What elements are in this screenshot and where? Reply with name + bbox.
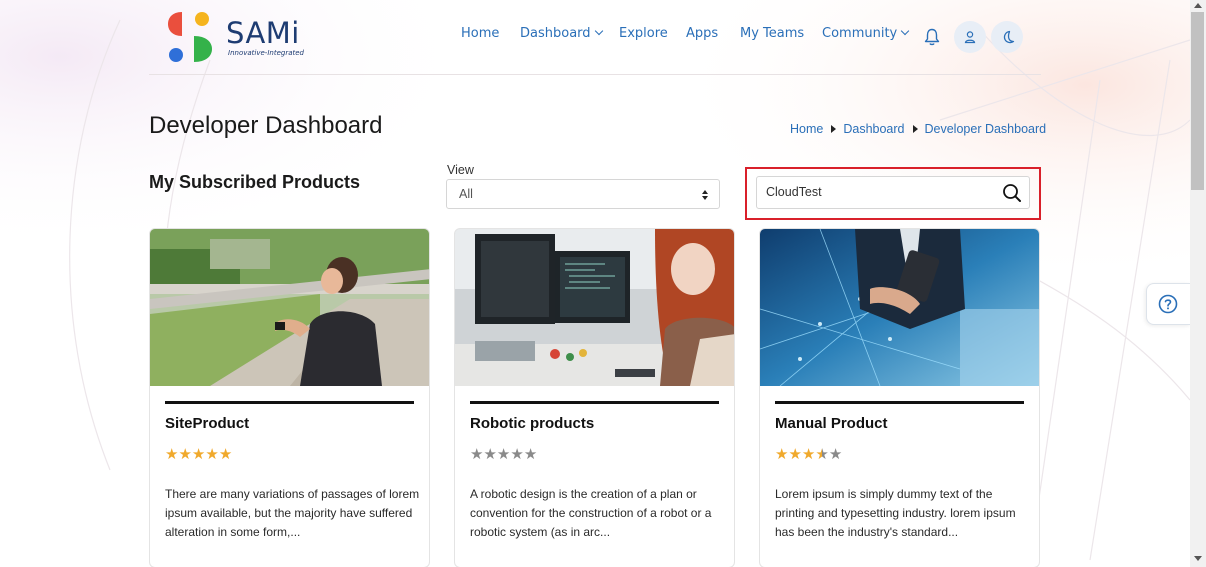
chevron-down-icon [594,26,603,36]
view-select-value: All [459,187,473,201]
page-title: Developer Dashboard [149,112,383,139]
caret-right-icon [831,125,837,133]
star-icon: ★ [483,445,497,463]
help-button[interactable] [1146,283,1190,325]
star-rating: ★★★★★ [165,445,232,463]
chevron-down-icon [901,26,910,36]
nav-explore[interactable]: Explore [619,26,668,41]
bell-icon[interactable] [924,28,940,46]
nav-dashboard[interactable]: Dashboard [520,26,603,41]
nav-dashboard-label: Dashboard [520,26,591,41]
search-field [756,176,1030,209]
brand-logo[interactable]: SAMi Innovative-Integrated [168,12,308,66]
caret-right-icon [912,125,918,133]
product-image [455,229,734,386]
star-icon: ★ [788,445,802,463]
theme-toggle-button[interactable] [991,21,1023,53]
card-title[interactable]: Manual Product [775,415,888,432]
card-description: There are many variations of passages of… [165,487,420,539]
breadcrumb: Home Dashboard Developer Dashboard [790,122,1046,136]
star-icon: ★ [496,445,511,463]
moon-icon [1003,30,1014,43]
section-title: My Subscribed Products [149,172,361,192]
nav-apps[interactable]: Apps [686,26,718,41]
star-icon: ★ [205,445,219,463]
star-icon: ★ [165,445,179,463]
star-icon: ★ [218,445,233,463]
star-rating: ★★★★★ [470,445,537,463]
star-icon: ★ [191,445,206,463]
product-card[interactable]: Manual Product ★★★★★ Lorem ipsum is simp… [759,228,1040,567]
product-image [150,229,429,386]
product-card[interactable]: SiteProduct ★★★★★ There are many variati… [149,228,430,567]
question-circle-icon [1158,294,1178,314]
breadcrumb-dashboard[interactable]: Dashboard [843,122,904,136]
card-divider [470,401,719,404]
star-icon: ★ [801,445,816,463]
star-icon: ★ [815,445,829,463]
search-input[interactable] [766,185,986,199]
scrollbar-thumb[interactable] [1191,12,1204,190]
top-navbar: SAMi Innovative-Integrated Home Dashboar… [149,0,1041,75]
user-icon [964,31,976,44]
nav-community[interactable]: Community [822,26,910,41]
star-icon: ★ [470,445,484,463]
view-label: View [447,163,474,177]
star-rating: ★★★★★ [775,445,842,463]
card-description: A robotic design is the creation of a pl… [470,487,712,539]
card-title[interactable]: Robotic products [470,415,594,432]
scroll-up-arrow-icon[interactable] [1194,3,1202,8]
page: SAMi Innovative-Integrated Home Dashboar… [0,0,1190,567]
view-select[interactable]: All [446,179,720,209]
star-icon: ★ [523,445,538,463]
star-icon: ★ [828,445,843,463]
brand-name: SAMi [226,16,300,50]
brand-tagline: Innovative-Integrated [228,49,304,57]
breadcrumb-current[interactable]: Developer Dashboard [925,122,1047,136]
star-icon: ★ [510,445,524,463]
logo-mark-icon [168,12,212,62]
user-button[interactable] [954,21,986,53]
breadcrumb-home[interactable]: Home [790,122,823,136]
product-image [760,229,1039,386]
select-arrows-icon [702,190,708,200]
card-description: Lorem ipsum is simply dummy text of the … [775,487,1016,539]
scroll-down-arrow-icon[interactable] [1194,556,1202,561]
star-icon: ★ [178,445,192,463]
nav-community-label: Community [822,26,898,41]
nav-my-teams[interactable]: My Teams [740,26,804,41]
card-divider [165,401,414,404]
card-divider [775,401,1024,404]
card-title[interactable]: SiteProduct [165,415,249,432]
search-icon[interactable] [1002,183,1022,203]
nav-home[interactable]: Home [461,26,499,41]
product-card[interactable]: Robotic products ★★★★★ A robotic design … [454,228,735,567]
star-icon: ★ [775,445,789,463]
